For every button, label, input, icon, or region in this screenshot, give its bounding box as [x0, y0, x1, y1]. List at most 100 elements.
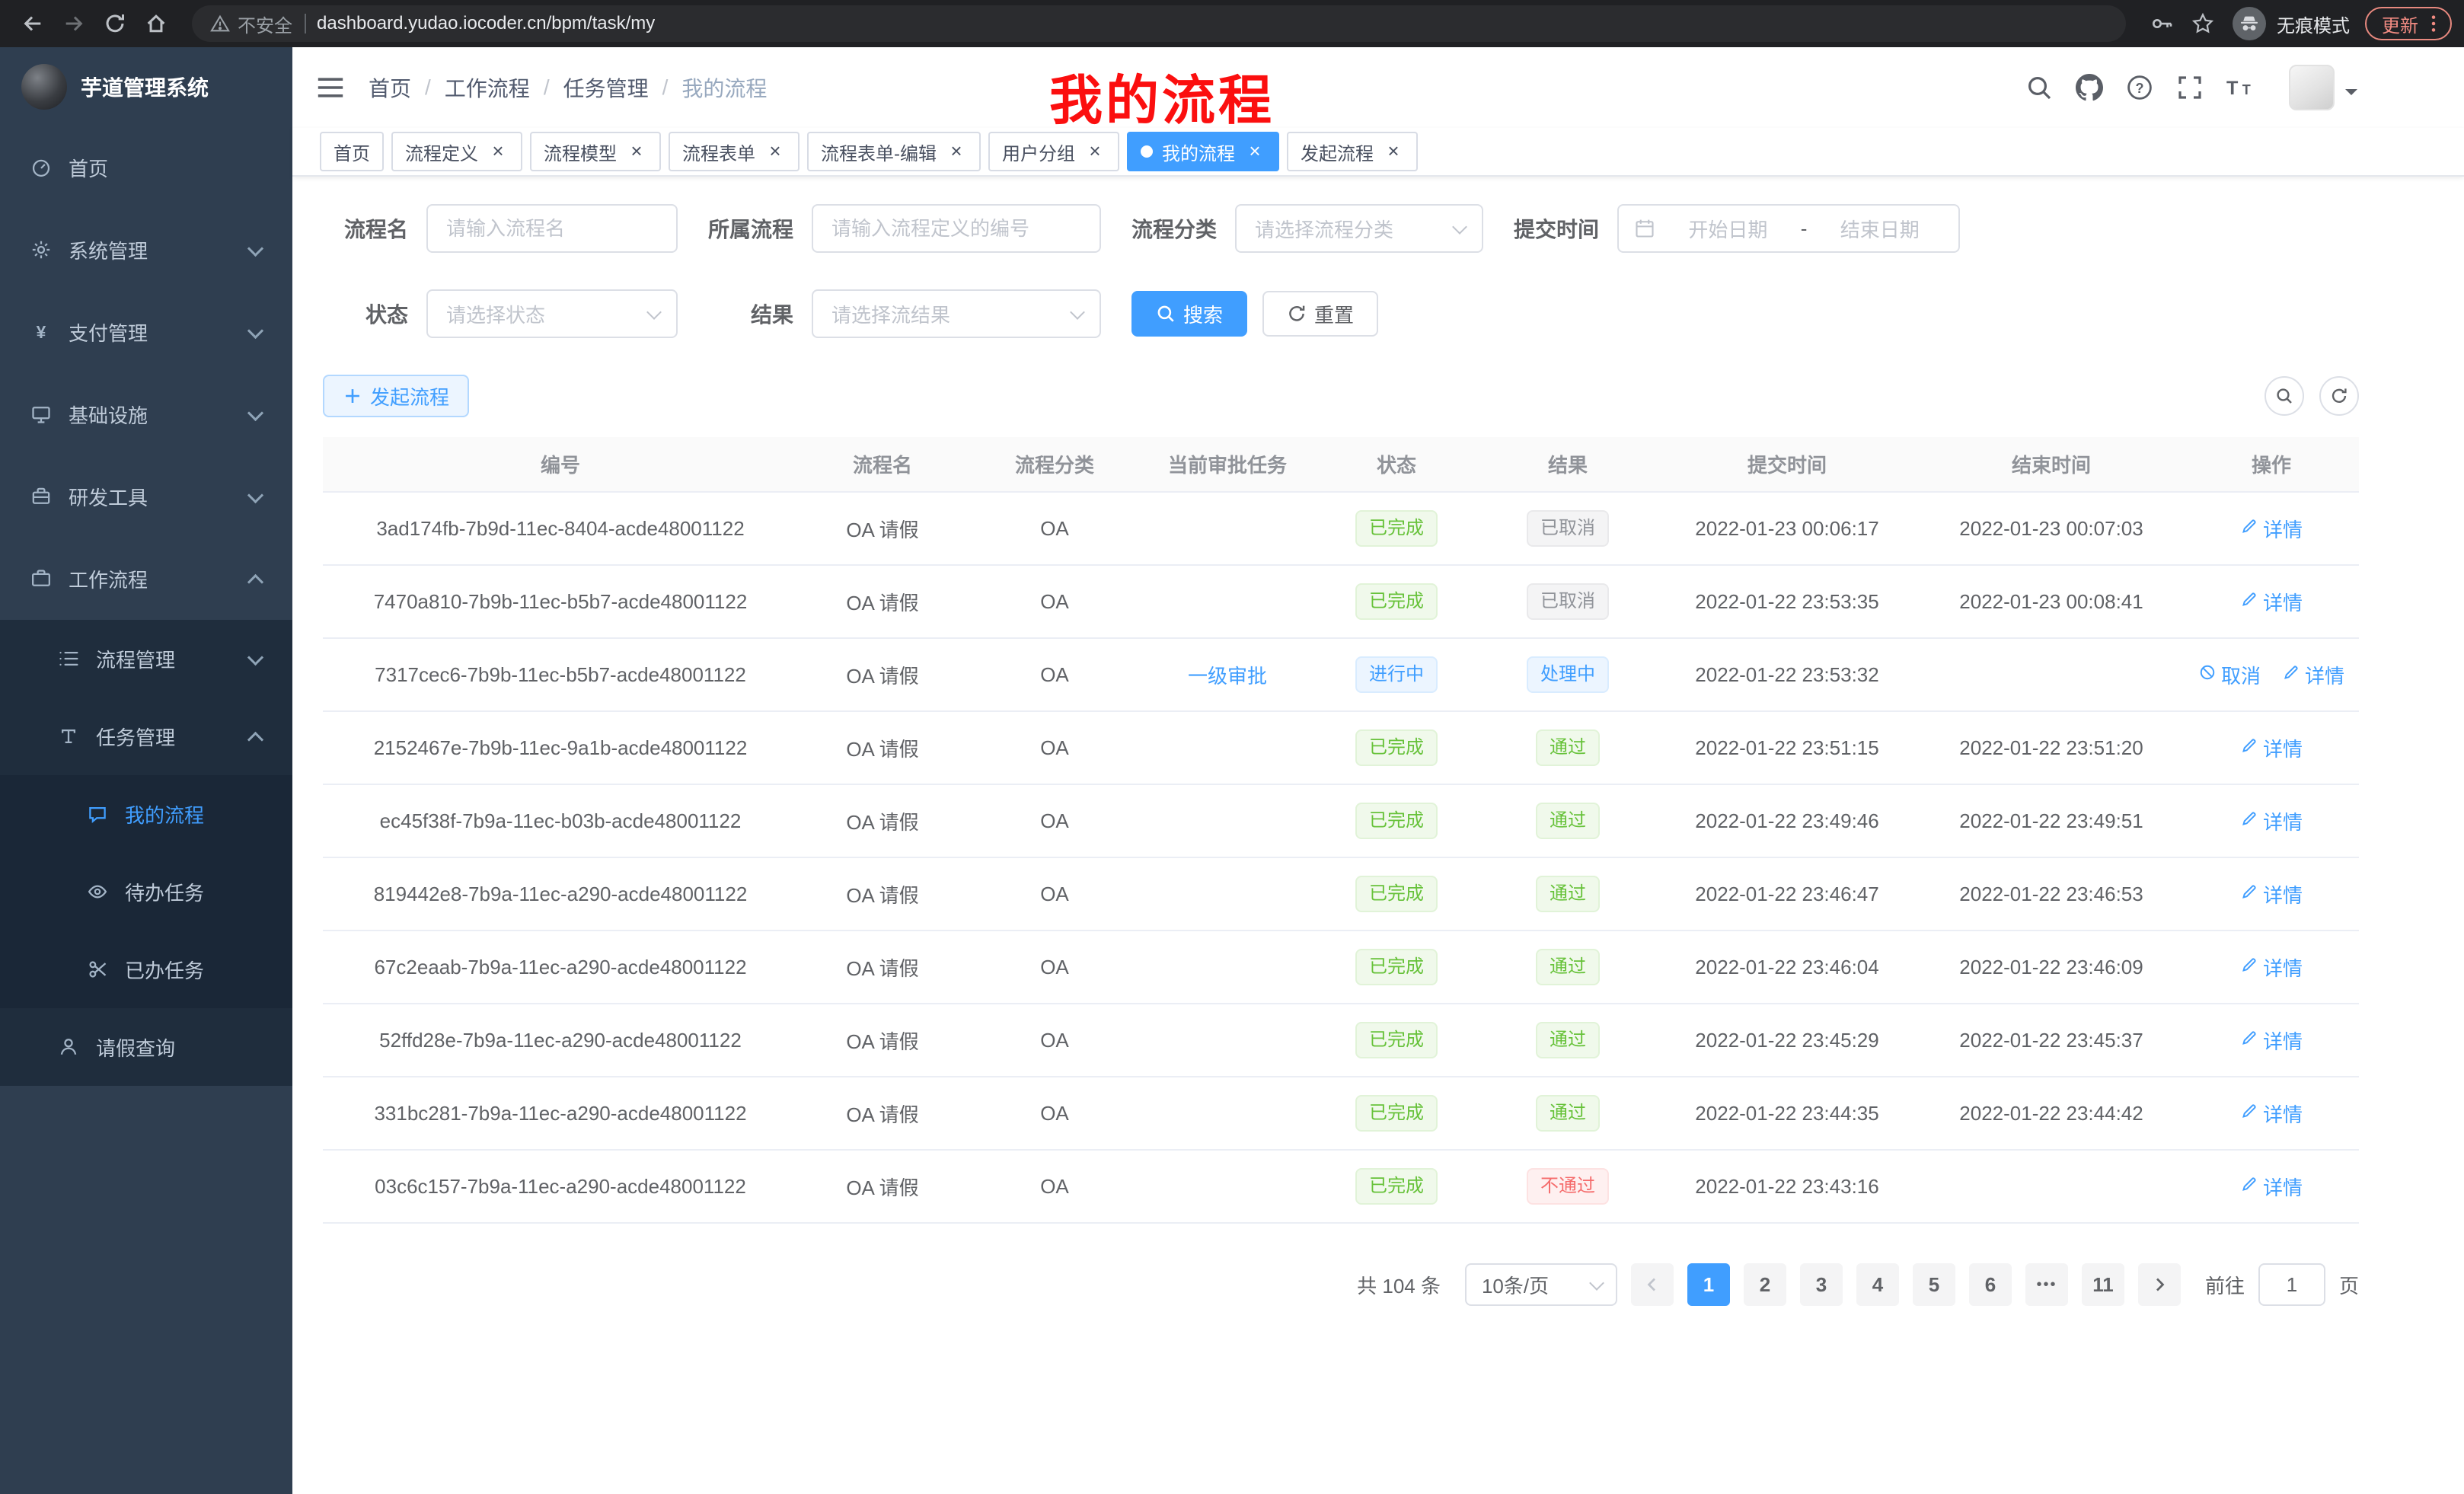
sidebar-item-10[interactable]: 已办任务 — [0, 931, 292, 1008]
detail-action-button[interactable]: 详情 — [2240, 588, 2303, 616]
detail-action-button[interactable]: 详情 — [2240, 1173, 2303, 1201]
edit-icon — [2282, 663, 2300, 687]
cell-current-task — [1142, 565, 1313, 638]
page-button-11[interactable]: 11 — [2082, 1263, 2124, 1306]
chevron-down-icon — [248, 407, 262, 421]
breadcrumb-item[interactable]: 首页 — [369, 72, 411, 103]
detail-action-button[interactable]: 详情 — [2240, 880, 2303, 908]
close-icon[interactable]: × — [487, 141, 509, 162]
detail-action-button[interactable]: 详情 — [2240, 807, 2303, 835]
close-icon[interactable]: × — [946, 141, 967, 162]
close-icon[interactable]: × — [764, 141, 786, 162]
cell-current-task — [1142, 711, 1313, 784]
url-text[interactable]: dashboard.yudao.iocoder.cn/bpm/task/my — [317, 13, 655, 34]
result-select[interactable]: 请选择流结果 — [812, 289, 1101, 338]
pagination-ellipsis[interactable]: ••• — [2025, 1263, 2068, 1306]
cell-category: OA — [967, 1004, 1142, 1077]
page-button-5[interactable]: 5 — [1913, 1263, 1955, 1306]
cell-current-task — [1142, 857, 1313, 931]
sidebar-item-6[interactable]: 流程管理 — [0, 620, 292, 698]
sidebar-item-3[interactable]: 基础设施 — [0, 373, 292, 455]
create-process-button[interactable]: 发起流程 — [323, 375, 469, 417]
column-header: 编号 — [323, 437, 798, 492]
user-menu[interactable] — [2289, 65, 2357, 110]
tab-2[interactable]: 流程模型× — [530, 132, 661, 171]
submit-time-range-picker[interactable]: 开始日期 - 结束日期 — [1617, 204, 1960, 253]
reload-icon[interactable] — [94, 3, 136, 44]
hamburger-icon[interactable] — [317, 76, 344, 99]
sidebar-item-7[interactable]: 任务管理 — [0, 698, 292, 775]
prev-page-button[interactable] — [1631, 1263, 1674, 1306]
github-icon[interactable] — [2076, 74, 2103, 101]
sidebar-item-9[interactable]: 待办任务 — [0, 853, 292, 931]
tab-5[interactable]: 用户分组× — [988, 132, 1119, 171]
process-name-input[interactable] — [426, 204, 678, 253]
back-icon[interactable] — [12, 3, 53, 44]
tab-6[interactable]: 我的流程× — [1127, 132, 1279, 171]
font-size-icon[interactable]: TT — [2226, 74, 2254, 101]
sidebar-item-1[interactable]: 系统管理 — [0, 209, 292, 291]
page-button-2[interactable]: 2 — [1744, 1263, 1786, 1306]
close-icon[interactable]: × — [1244, 141, 1266, 162]
search-icon[interactable] — [2025, 74, 2053, 101]
avatar[interactable] — [2289, 65, 2335, 110]
detail-action-button[interactable]: 详情 — [2240, 953, 2303, 982]
tab-1[interactable]: 流程定义× — [391, 132, 522, 171]
home-icon[interactable] — [136, 3, 177, 44]
breadcrumb-item[interactable]: 工作流程 — [445, 72, 530, 103]
sidebar-item-0[interactable]: 首页 — [0, 126, 292, 209]
page-button-3[interactable]: 3 — [1800, 1263, 1843, 1306]
tab-3[interactable]: 流程表单× — [669, 132, 800, 171]
detail-action-button[interactable]: 详情 — [2240, 1100, 2303, 1128]
sidebar-item-2[interactable]: ¥支付管理 — [0, 291, 292, 373]
cancel-action-button[interactable]: 取消 — [2198, 661, 2261, 689]
status-select[interactable]: 请选择状态 — [426, 289, 678, 338]
help-icon[interactable]: ? — [2126, 74, 2153, 101]
tab-0[interactable]: 首页 — [320, 132, 384, 171]
tab-7[interactable]: 发起流程× — [1287, 132, 1418, 171]
address-bar[interactable]: 不安全 dashboard.yudao.iocoder.cn/bpm/task/… — [192, 5, 2126, 42]
sidebar-item-4[interactable]: 研发工具 — [0, 455, 292, 538]
logo[interactable]: 芋道管理系统 — [0, 47, 292, 126]
next-page-button[interactable] — [2138, 1263, 2181, 1306]
detail-action-button[interactable]: 详情 — [2240, 734, 2303, 762]
goto-page-input[interactable] — [2258, 1263, 2325, 1306]
star-icon[interactable] — [2182, 3, 2223, 44]
detail-action-button[interactable]: 详情 — [2240, 1026, 2303, 1055]
filter-submit-time: 提交时间 开始日期 - 结束日期 — [1514, 204, 1960, 253]
menu-dots-icon[interactable] — [2423, 13, 2444, 34]
detail-action-button[interactable]: 详情 — [2282, 661, 2344, 689]
close-icon[interactable]: × — [1383, 141, 1404, 162]
sidebar-item-11[interactable]: 请假查询 — [0, 1008, 292, 1086]
result-badge: 通过 — [1536, 729, 1600, 766]
category-select[interactable]: 请选择流程分类 — [1235, 204, 1483, 253]
sidebar-item-5[interactable]: 工作流程 — [0, 538, 292, 620]
cell-category: OA — [967, 931, 1142, 1004]
forward-icon[interactable] — [53, 3, 94, 44]
sidebar-item-8[interactable]: 我的流程 — [0, 775, 292, 853]
goto-page-suffix: 页 — [2339, 1271, 2359, 1299]
page-button-6[interactable]: 6 — [1969, 1263, 2012, 1306]
key-icon[interactable] — [2141, 3, 2182, 44]
cell-process-name: OA 请假 — [798, 1077, 967, 1150]
tab-4[interactable]: 流程表单-编辑× — [807, 132, 981, 171]
toggle-search-button[interactable] — [2265, 376, 2304, 416]
detail-action-button[interactable]: 详情 — [2240, 515, 2303, 543]
page-button-1[interactable]: 1 — [1687, 1263, 1730, 1306]
breadcrumb-item[interactable]: 任务管理 — [563, 72, 649, 103]
current-task-link[interactable]: 一级审批 — [1188, 665, 1267, 688]
security-label[interactable]: 不安全 — [238, 11, 292, 37]
cell-process-name: OA 请假 — [798, 638, 967, 711]
cell-result: 通过 — [1480, 711, 1655, 784]
search-button[interactable]: 搜索 — [1131, 291, 1247, 337]
page-size-select[interactable]: 10条/页 — [1465, 1263, 1617, 1306]
fullscreen-icon[interactable] — [2176, 74, 2204, 101]
close-icon[interactable]: × — [1084, 141, 1106, 162]
owning-process-input[interactable] — [812, 204, 1101, 253]
page-button-4[interactable]: 4 — [1856, 1263, 1899, 1306]
reset-button[interactable]: 重置 — [1262, 291, 1378, 337]
update-button[interactable]: 更新 — [2365, 7, 2452, 40]
refresh-table-button[interactable] — [2319, 376, 2359, 416]
chevron-down-icon — [1590, 1278, 1604, 1291]
close-icon[interactable]: × — [626, 141, 647, 162]
